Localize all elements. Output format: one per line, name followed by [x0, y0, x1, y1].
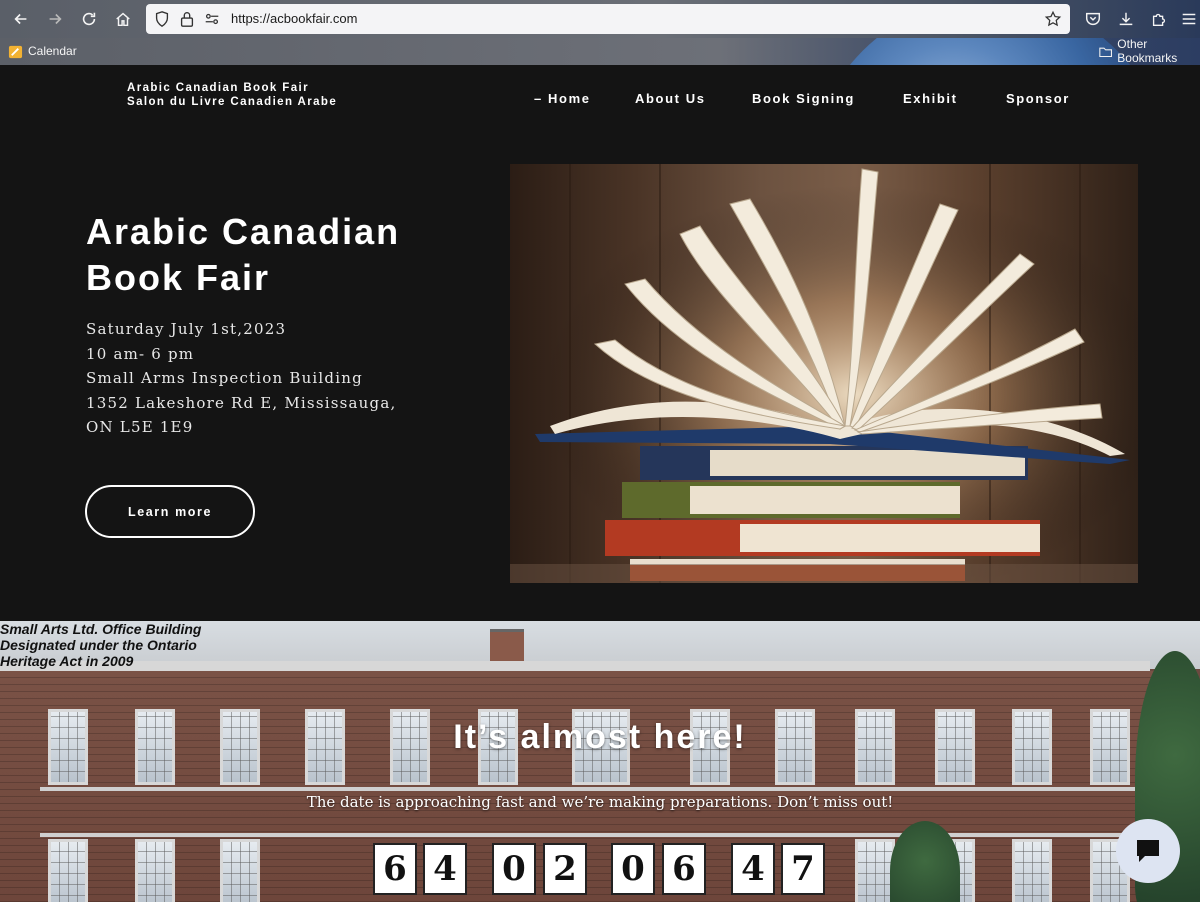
browser-toolbar: https://acbookfair.com — [0, 0, 1200, 38]
event-details: Saturday July 1st,2023 10 am- 6 pm Small… — [86, 317, 466, 440]
arrow-right-icon — [49, 13, 62, 25]
event-venue: Small Arms Inspection Building — [86, 369, 363, 387]
open-book-illustration — [510, 164, 1138, 583]
window — [220, 839, 260, 902]
countdown-digit: 0 — [611, 843, 655, 895]
home-button[interactable] — [110, 7, 136, 31]
pocket-button[interactable] — [1080, 7, 1106, 31]
chat-button[interactable] — [1116, 819, 1180, 883]
countdown-digit: 2 — [543, 843, 587, 895]
hero-title-line: Book Fair — [86, 257, 271, 298]
arrow-left-icon — [14, 13, 27, 25]
chimney — [490, 629, 524, 663]
permissions-icon[interactable] — [203, 10, 221, 28]
countdown-digit: 6 — [662, 843, 706, 895]
nav-about-us[interactable]: About Us — [635, 91, 706, 106]
download-icon — [1119, 12, 1133, 26]
learn-more-button[interactable]: Learn more — [85, 485, 255, 538]
folder-icon — [1099, 47, 1112, 57]
event-date: Saturday July 1st,2023 — [86, 320, 287, 338]
reload-button[interactable] — [76, 7, 102, 31]
sign-line: Heritage Act in 2009 — [0, 653, 134, 669]
nav-home[interactable]: – Home — [534, 91, 591, 106]
countdown-digit: 0 — [492, 843, 536, 895]
back-button[interactable] — [8, 7, 34, 31]
countdown-digit: 6 — [373, 843, 417, 895]
pocket-icon — [1085, 12, 1101, 26]
countdown-subtitle: The date is approaching fast and we’re m… — [306, 793, 894, 811]
lock-icon — [178, 10, 196, 28]
sign-line: Small Arts Ltd. Office Building — [0, 621, 202, 637]
address-bar[interactable]: https://acbookfair.com — [146, 4, 1070, 34]
calendar-icon — [8, 45, 23, 58]
hero-title-line: Arabic Canadian — [86, 211, 401, 252]
bookmark-other[interactable]: Other Bookmarks — [1099, 38, 1200, 65]
window — [48, 839, 88, 902]
countdown-title: It’s almost here! — [453, 718, 747, 756]
countdown-digit: 7 — [781, 843, 825, 895]
menu-button[interactable] — [1176, 7, 1200, 31]
countdown-digit: 4 — [731, 843, 775, 895]
window-sill — [40, 787, 1140, 791]
window-sill — [40, 833, 1140, 837]
nav-sponsor[interactable]: Sponsor — [1006, 91, 1070, 106]
nav-book-signing[interactable]: Book Signing — [752, 91, 855, 106]
window — [1012, 839, 1052, 902]
extensions-button[interactable] — [1146, 7, 1172, 31]
books-hero-image — [510, 164, 1138, 583]
chat-bubble-icon — [1137, 840, 1159, 862]
hamburger-icon — [1182, 13, 1196, 25]
bookmark-label: Calendar — [28, 44, 77, 58]
event-time: 10 am- 6 pm — [86, 344, 195, 363]
home-icon — [116, 12, 130, 27]
star-icon[interactable] — [1044, 10, 1062, 28]
event-postal: ON L5E 1E9 — [86, 418, 194, 436]
hero-title: Arabic Canadian Book Fair — [86, 209, 486, 301]
reload-icon — [82, 12, 96, 26]
bookmark-calendar[interactable]: Calendar — [8, 42, 77, 60]
forward-button[interactable] — [42, 7, 68, 31]
bookmark-label: Other Bookmarks — [1117, 38, 1178, 65]
downloads-button[interactable] — [1113, 7, 1139, 31]
sign-line: Designated under the Ontario — [0, 637, 197, 653]
url-text[interactable]: https://acbookfair.com — [231, 11, 357, 26]
countdown-section: Small Arts Ltd. Office Building Designat… — [0, 621, 1200, 902]
nav-exhibit[interactable]: Exhibit — [903, 91, 958, 106]
site-hero: Arabic Canadian Book Fair Salon du Livre… — [0, 65, 1200, 621]
countdown-digit: 4 — [423, 843, 467, 895]
heritage-sign-text: Small Arts Ltd. Office Building Designat… — [0, 621, 201, 669]
bookmarks-bar: Calendar Other Bookmarks — [0, 38, 1200, 65]
window — [855, 839, 895, 902]
main-nav: – Home About Us Book Signing Exhibit Spo… — [0, 91, 1200, 111]
shield-icon — [153, 10, 171, 28]
event-address: 1352 Lakeshore Rd E, Mississauga, — [86, 393, 397, 412]
window — [135, 839, 175, 902]
puzzle-icon — [1152, 13, 1166, 26]
